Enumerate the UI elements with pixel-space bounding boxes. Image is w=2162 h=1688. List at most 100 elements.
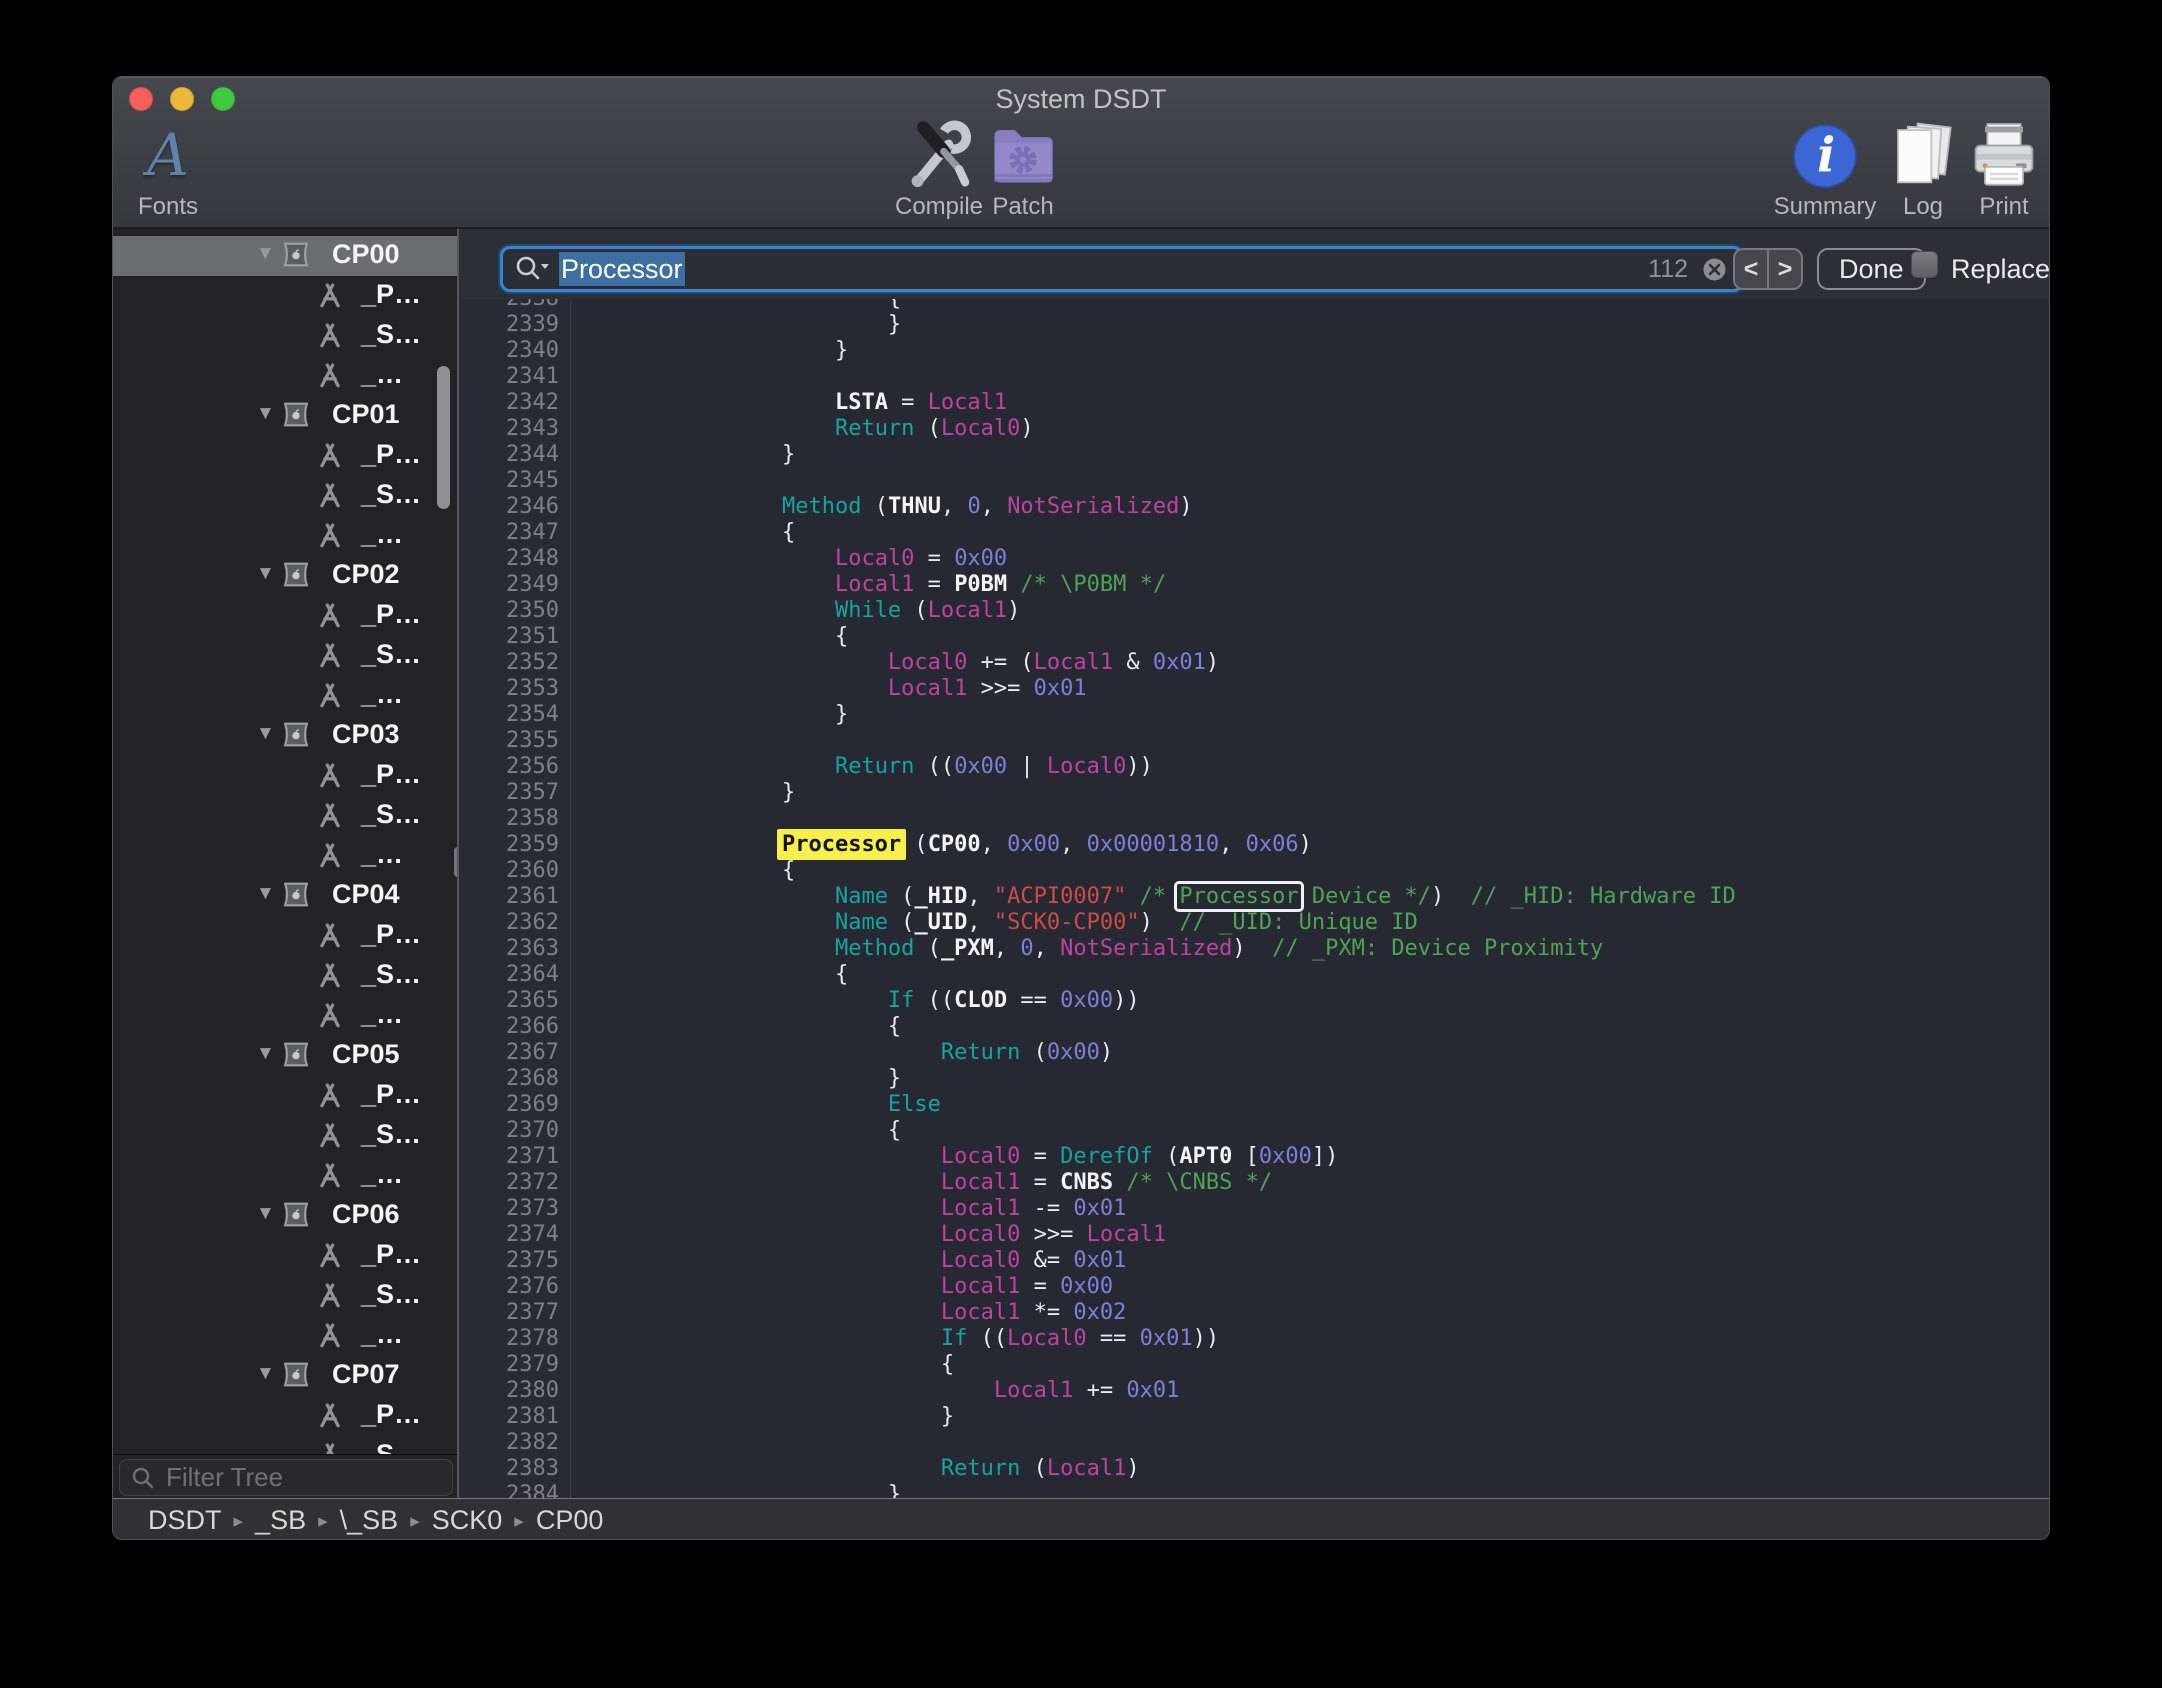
tree-item-cp03[interactable]: ▼ CP03 [113,716,457,756]
code-line: 2351 { [459,624,2049,650]
code-line: 2376 Local1 = 0x00 [459,1274,2049,1300]
line-number: 2345 [459,468,565,494]
tree-item-cp07[interactable]: ▼CP07 [113,1356,457,1396]
replace-checkbox[interactable] [1911,251,1938,278]
code-line: 2382 [459,1430,2049,1456]
done-button[interactable]: Done [1817,248,1926,290]
line-number: 2364 [459,962,565,988]
breadcrumb-item-_sb[interactable]: \_SB [340,1505,399,1535]
line-number: 2347 [459,520,565,546]
line-number: 2374 [459,1222,565,1248]
tree-item-label: _… [361,679,403,710]
fonts-icon: A [147,121,189,189]
line-number: 2353 [459,676,565,702]
method-icon [316,1162,344,1190]
disclosure-triangle-icon[interactable]: ▼ [256,883,275,905]
line-number: 2371 [459,1144,565,1170]
line-number: 2382 [459,1430,565,1456]
tree-child-item[interactable]: _S… [113,956,457,996]
tree-child-item[interactable]: _… [113,356,457,396]
line-number: 2361 [459,884,565,910]
tree-item-label: _P… [361,599,421,630]
tree-item-label: _… [361,999,403,1030]
tree-child-item[interactable]: _… [113,676,457,716]
tree-item-label: _… [361,1319,403,1350]
tree-child-item[interactable]: _S… [113,636,457,676]
line-number: 2363 [459,936,565,962]
disclosure-triangle-icon[interactable]: ▼ [256,1363,275,1385]
tree-child-item[interactable]: _S… [113,796,457,836]
line-number: 2376 [459,1274,565,1300]
tree-child-item[interactable]: _… [113,1156,457,1196]
scope-icon [283,402,309,427]
line-number: 2339 [459,312,565,338]
breadcrumb-item-_sb[interactable]: _SB [255,1505,306,1535]
tree-item-cp01[interactable]: ▼CP01 [113,396,457,436]
scope-icon [283,562,309,587]
tree-item-cp00[interactable]: ▼CP00 [113,236,457,276]
tree-item-label: _S… [361,799,421,830]
code-line: 2338 { [459,299,2049,312]
tree-child-item[interactable]: _… [113,1316,457,1356]
clear-search-icon[interactable] [1701,256,1728,283]
tree-item-cp02[interactable]: ▼CP02 [113,556,457,596]
tree-item-cp04[interactable]: ▼CP04 [113,876,457,916]
svg-text:i: i [1817,128,1835,184]
code-lines: 2338 {2339 }2340 }23412342 LSTA = Local1… [459,299,2049,1498]
method-icon [316,482,344,510]
tree-item-label: _P… [361,1239,421,1270]
disclosure-triangle-icon[interactable]: ▼ [256,723,275,745]
sidebar-scrollbar[interactable] [437,366,450,509]
search-input[interactable]: Processor 112 [500,246,1743,292]
code-line: 2362 Name (_UID, "SCK0-CP00") // _UID: U… [459,910,2049,936]
disclosure-triangle-icon[interactable]: ▼ [256,243,275,265]
code-line: 2372 Local1 = CNBS /* \CNBS */ [459,1170,2049,1196]
tree-child-item[interactable]: _P… [113,916,457,956]
tree-child-item[interactable]: _P… [113,436,457,476]
breadcrumb-item-cp00[interactable]: CP00 [536,1505,604,1535]
tree-child-item[interactable]: _S… [113,1436,457,1454]
tree-child-item[interactable]: _P… [113,1076,457,1116]
code-line: 2343 Return (Local0) [459,416,2049,442]
code-editor[interactable]: 2338 {2339 }2340 }23412342 LSTA = Local1… [457,299,2049,1498]
previous-match-button[interactable]: < [1735,250,1769,288]
tree-child-item[interactable]: _P… [113,596,457,636]
disclosure-triangle-icon[interactable]: ▼ [256,1043,275,1065]
next-match-button[interactable]: > [1769,250,1801,288]
tree-child-item[interactable]: _S… [113,316,457,356]
tree-child-item[interactable]: _S… [113,1116,457,1156]
code-line: 2367 Return (0x00) [459,1040,2049,1066]
filter-search-icon [130,1465,156,1491]
tree-item-label: CP03 [332,719,400,750]
print-button[interactable]: Print [1929,117,2050,225]
method-icon [316,1322,344,1350]
tree-item-cp06[interactable]: ▼CP06 [113,1196,457,1236]
tree-child-item[interactable]: _… [113,996,457,1036]
patch-button[interactable]: Patch [948,117,1098,225]
tree-child-item[interactable]: _P… [113,276,457,316]
find-bar: Processor 112 < > Done Replace [457,229,2049,299]
tree-child-item[interactable]: _P… [113,1236,457,1276]
fonts-button[interactable]: A Fonts [112,117,243,225]
line-number: 2366 [459,1014,565,1040]
code-line: 2344 } [459,442,2049,468]
tree-child-item[interactable]: _P… [113,1396,457,1436]
tree-child-item[interactable]: _S… [113,476,457,516]
tree-child-item[interactable]: _P… [113,756,457,796]
tree-child-item[interactable]: _S… [113,1276,457,1316]
tree-child-item[interactable]: _… [113,516,457,556]
line-number: 2359 [459,832,565,858]
breadcrumb-item-sck0[interactable]: SCK0 [432,1505,503,1535]
breadcrumb-item-dsdt[interactable]: DSDT [148,1505,222,1535]
filter-tree-input[interactable]: Filter Tree [119,1459,453,1496]
line-number: 2351 [459,624,565,650]
search-menu-icon[interactable] [513,254,551,284]
line-number: 2378 [459,1326,565,1352]
tree-item-label: _P… [361,279,421,310]
tree-child-item[interactable]: _… [113,836,457,876]
disclosure-triangle-icon[interactable]: ▼ [256,403,275,425]
line-number: 2369 [459,1092,565,1118]
disclosure-triangle-icon[interactable]: ▼ [256,563,275,585]
tree-item-cp05[interactable]: ▼CP05 [113,1036,457,1076]
disclosure-triangle-icon[interactable]: ▼ [256,1203,275,1225]
